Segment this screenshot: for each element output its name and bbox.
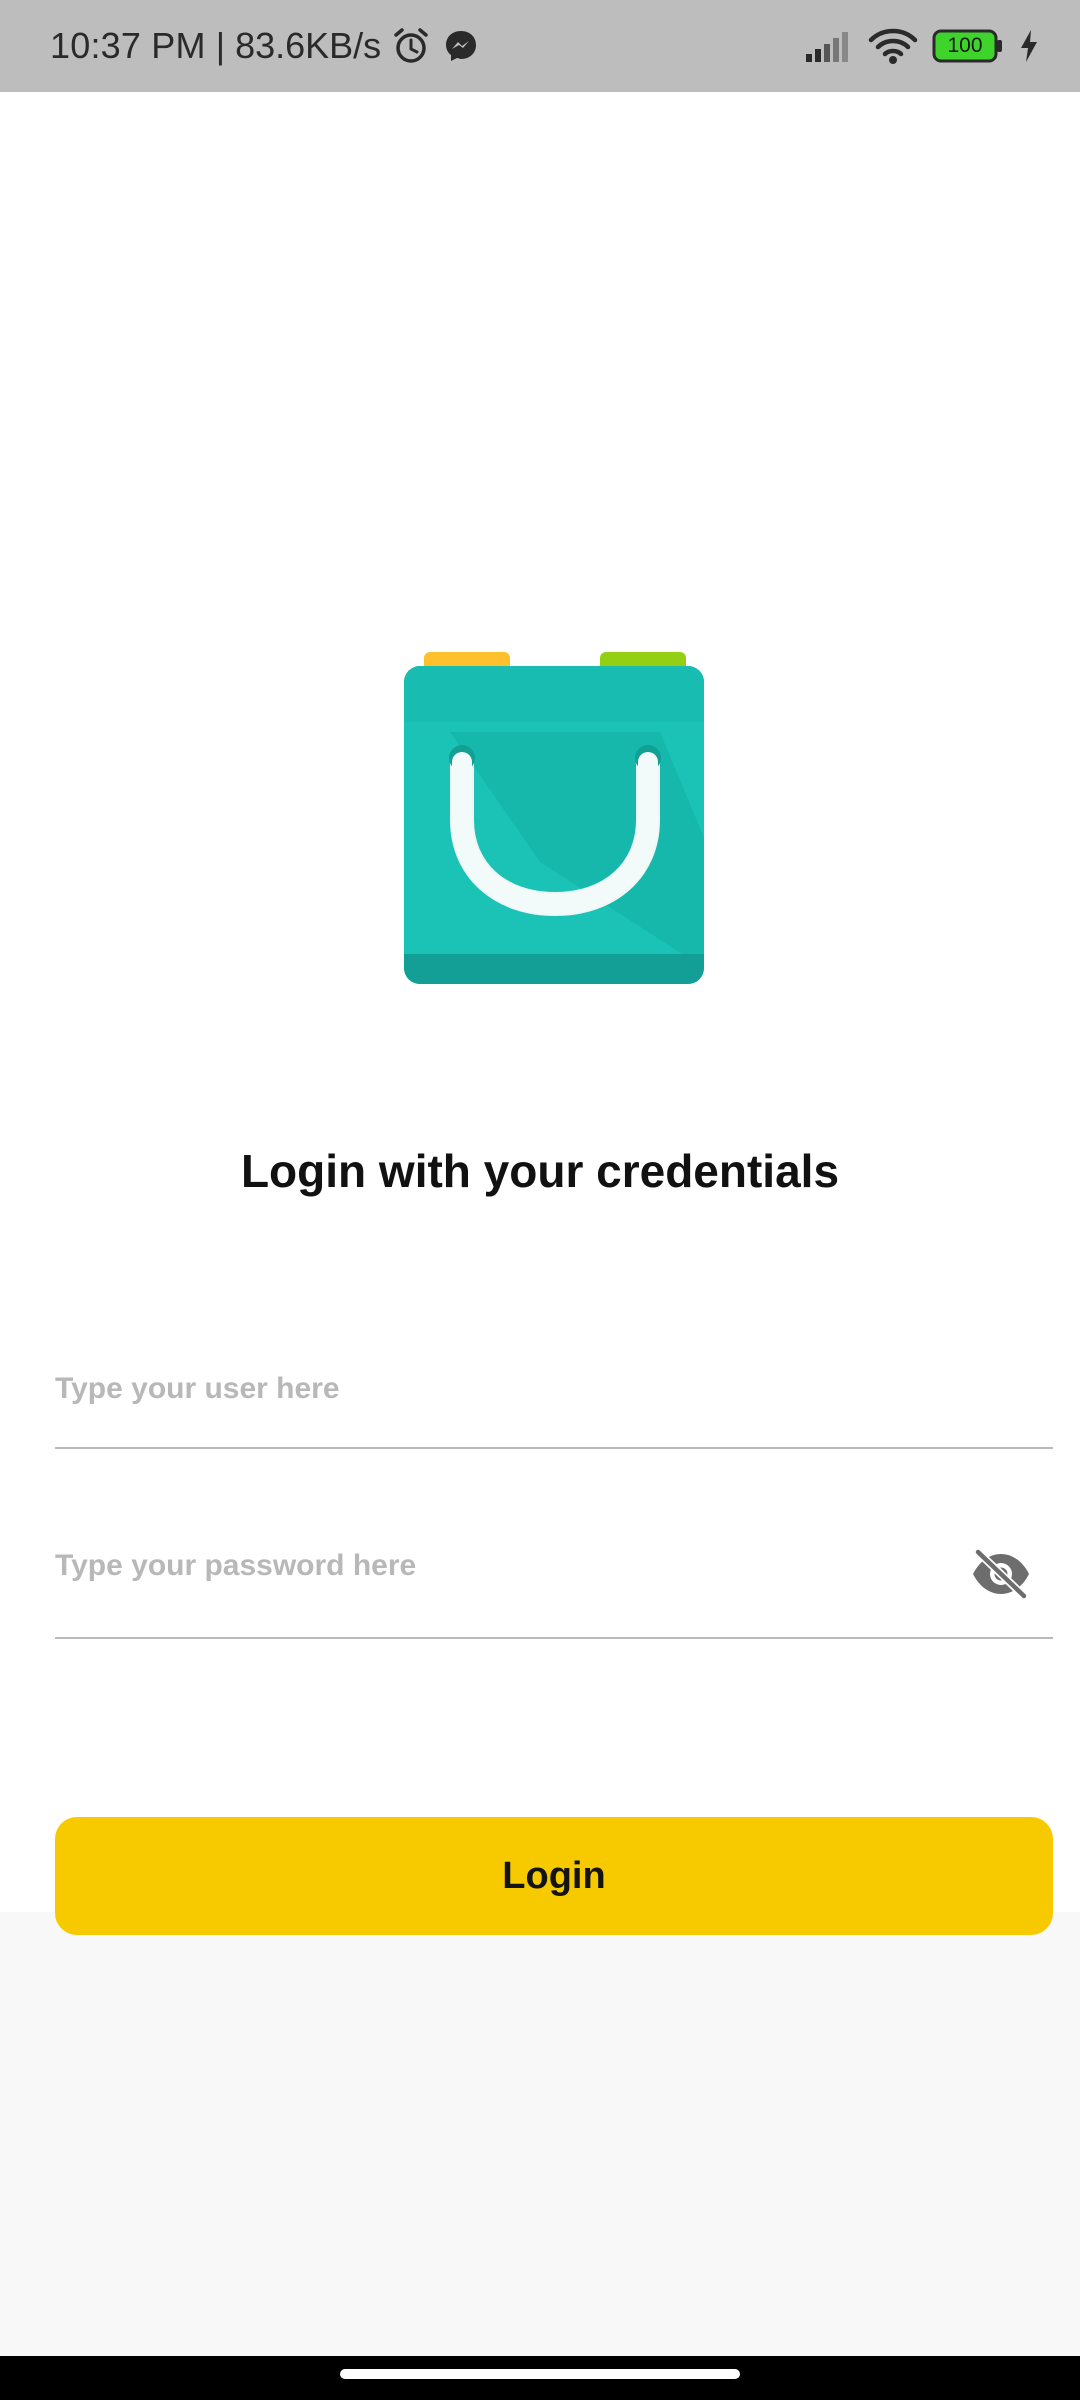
network-speed: 83.6KB/s [235,25,382,66]
username-input[interactable] [55,1359,935,1419]
battery-icon: 100 [932,28,1004,64]
page-title: Login with your credentials [240,1145,840,1197]
charging-icon [1018,28,1040,64]
wifi-icon [868,26,918,66]
shopping-bag-logo [400,552,710,988]
battery-level: 100 [947,34,983,57]
login-screen: Login with your credentials Login [0,92,1080,1935]
status-time: 10:37 PM [50,25,206,66]
messenger-icon [441,26,481,66]
password-input[interactable] [55,1536,935,1596]
status-separator: | [215,25,226,66]
login-button[interactable]: Login [55,1817,1053,1935]
eye-off-icon[interactable] [969,1542,1033,1606]
alarm-icon [391,26,431,66]
status-right: 100 [804,0,1040,92]
signal-icon [804,28,854,64]
home-indicator[interactable] [340,2369,740,2379]
password-field [55,1522,1053,1639]
status-bar: 10:37 PM | 83.6KB/s 100 [0,0,1080,92]
navigation-bar [0,2356,1080,2400]
user-field [55,1347,1053,1449]
status-left: 10:37 PM | 83.6KB/s [50,0,481,92]
